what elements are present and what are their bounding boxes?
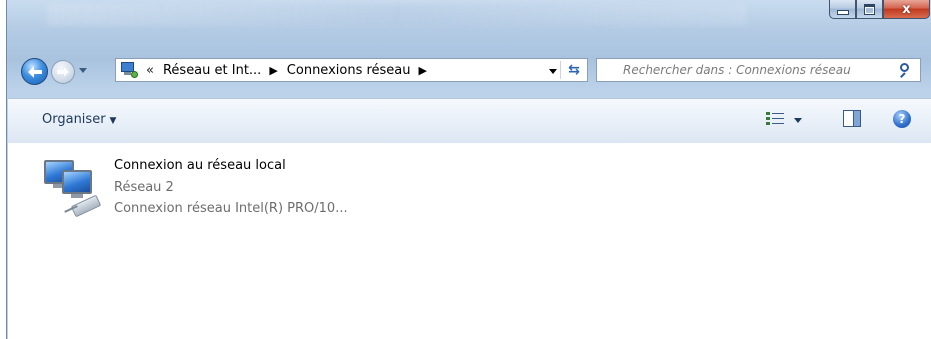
connection-adapter: Connexion réseau Intel(R) PRO/10... bbox=[114, 201, 348, 216]
network-folder-icon bbox=[120, 62, 138, 78]
search-icon[interactable] bbox=[898, 62, 914, 78]
address-dropdown-icon[interactable] bbox=[549, 69, 557, 74]
back-button[interactable] bbox=[21, 58, 48, 85]
organise-menu-button[interactable]: Organiser ▼ bbox=[42, 112, 116, 127]
file-list: Connexion au réseau local Réseau 2 Conne… bbox=[8, 143, 931, 339]
search-input[interactable]: Rechercher dans : Connexions réseau bbox=[623, 63, 851, 77]
recent-pages-dropdown[interactable] bbox=[79, 68, 87, 73]
forward-arrow-icon bbox=[57, 67, 69, 77]
preview-pane-icon[interactable] bbox=[843, 110, 861, 127]
breadcrumb-separator-icon[interactable]: ▶ bbox=[269, 64, 277, 77]
maximize-icon bbox=[864, 3, 875, 15]
address-divider bbox=[560, 61, 561, 79]
back-arrow-icon bbox=[27, 65, 42, 78]
connection-network: Réseau 2 bbox=[114, 180, 174, 195]
list-item[interactable]: Connexion au réseau local Réseau 2 Conne… bbox=[42, 151, 412, 223]
caption-buttons: x bbox=[829, 0, 930, 21]
title-bar-glass bbox=[47, 4, 747, 26]
change-view-icon[interactable] bbox=[766, 112, 784, 128]
breadcrumb-network-connections[interactable]: Connexions réseau bbox=[287, 63, 411, 78]
help-icon[interactable]: ? bbox=[893, 110, 911, 128]
minimize-button[interactable] bbox=[829, 0, 856, 19]
connection-name: Connexion au réseau local bbox=[114, 158, 286, 173]
organise-label: Organiser bbox=[42, 112, 106, 127]
navigation-bar: « Réseau et Int... ▶ Connexions réseau ▶… bbox=[7, 58, 931, 88]
chevron-down-icon: ▼ bbox=[109, 116, 117, 126]
command-bar: Organiser ▼ ? bbox=[8, 98, 931, 144]
breadcrumb-separator-icon[interactable]: ▶ bbox=[419, 64, 427, 77]
search-box[interactable]: Rechercher dans : Connexions réseau bbox=[596, 58, 921, 82]
address-bar[interactable]: « Réseau et Int... ▶ Connexions réseau ▶… bbox=[115, 58, 588, 82]
refresh-icon[interactable]: ⇆ bbox=[565, 61, 583, 79]
breadcrumb-overflow[interactable]: « bbox=[146, 63, 154, 78]
explorer-window: x « Réseau et Int... ▶ Connexions réseau… bbox=[6, 0, 931, 339]
forward-button[interactable] bbox=[51, 60, 75, 84]
close-button[interactable]: x bbox=[883, 0, 930, 19]
maximize-button[interactable] bbox=[856, 0, 883, 19]
breadcrumb-network-internet[interactable]: Réseau et Int... bbox=[163, 63, 261, 78]
minimize-icon bbox=[836, 9, 849, 15]
close-icon: x bbox=[902, 1, 911, 17]
network-connection-icon bbox=[42, 156, 104, 218]
view-options-dropdown-icon[interactable] bbox=[794, 118, 802, 123]
